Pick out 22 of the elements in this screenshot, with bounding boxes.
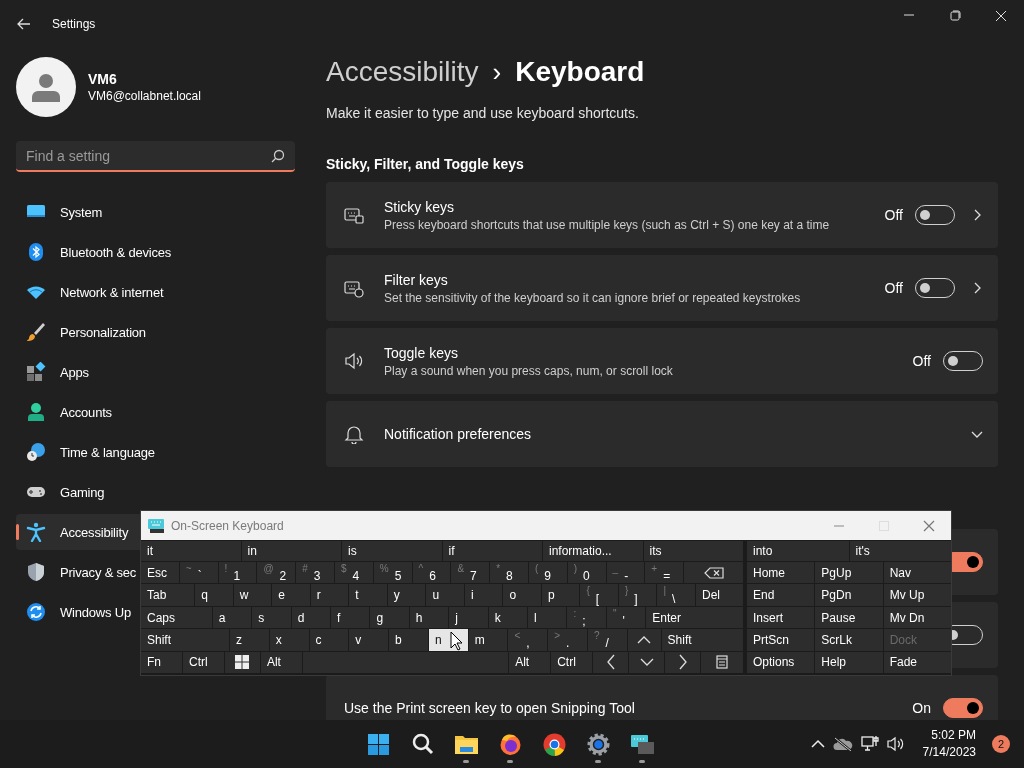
setting-title: Notification preferences <box>384 426 533 442</box>
page-title: Keyboard <box>515 56 645 88</box>
toggle-state-label: On <box>912 700 931 716</box>
setting-title: Toggle keys <box>384 344 459 361</box>
breadcrumb-separator: › <box>492 56 502 88</box>
setting-title: Sticky keys <box>384 198 455 215</box>
clock-date: 7/14/2023 <box>922 744 976 761</box>
setting-description: Press keyboard shortcuts that use multiple keys (such as Ctrl + S) one key at a time <box>384 217 831 232</box>
toggle-state-label: Off <box>912 353 931 369</box>
setting-title: Filter keys <box>384 271 449 288</box>
section-title: Sticky, Filter, and Toggle keys <box>326 155 525 174</box>
toggle-state-label: Off <box>884 207 903 223</box>
setting-description: Play a sound when you press caps, num, or scroll lock <box>384 363 674 378</box>
window-title: On-Screen Keyboard <box>171 518 284 533</box>
clock-time: 5:02 PM <box>931 727 976 744</box>
setting-description: Set the sensitivity of the keyboard so it can ignore brief or repeated keystrokes <box>384 290 802 305</box>
window-title: Settings <box>52 17 96 31</box>
user-email: VM6@collabnet.local <box>88 89 201 103</box>
page-description: Make it easier to type and use keyboard shortcuts. <box>326 104 640 123</box>
setting-title: Use the Print screen key to open Snipping Tool <box>344 700 636 716</box>
user-name: VM6 <box>88 71 118 87</box>
toggle-state-label: Off <box>884 280 903 296</box>
